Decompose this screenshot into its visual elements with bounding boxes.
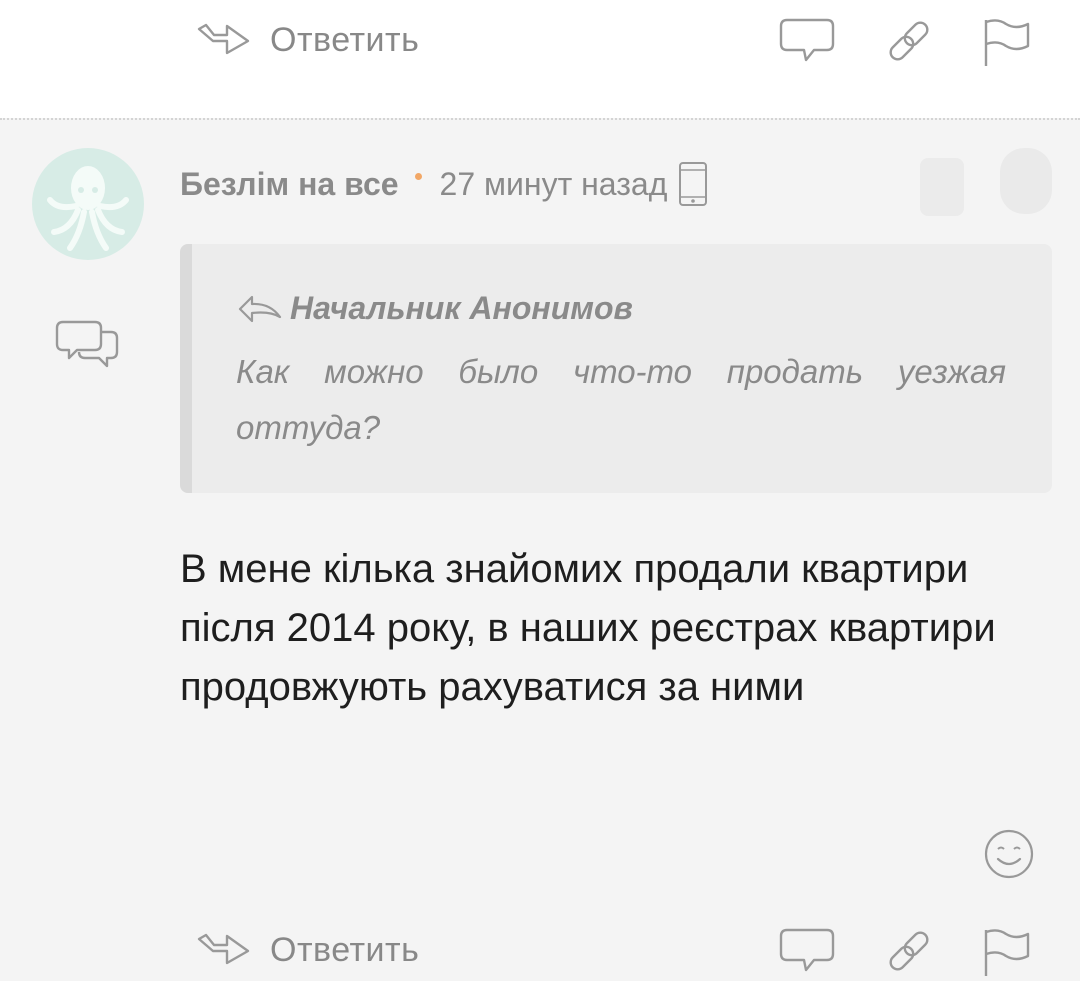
threads-icon (55, 320, 119, 368)
bottom-flag-button[interactable] (976, 926, 1034, 976)
top-flag-button[interactable] (976, 16, 1034, 66)
thread-toggle-button[interactable] (55, 318, 121, 374)
bottom-link-button[interactable] (880, 926, 938, 976)
top-comment-button[interactable] (778, 16, 836, 66)
top-reply-label: Ответить (270, 20, 420, 59)
comment-meta: Безлім на все 27 минут назад (180, 162, 709, 206)
reply-back-arrow-icon (238, 295, 282, 323)
flag-icon (984, 929, 1030, 976)
bottom-reply-label: Ответить (270, 930, 420, 969)
comment-time[interactable]: 27 минут назад (440, 166, 668, 203)
bottom-reply-button[interactable]: Ответить (196, 928, 419, 972)
bottom-action-row: Ответить (0, 920, 1080, 980)
quote-text: Как можно было что-то продать уезжая отт… (236, 353, 1006, 446)
octopus-avatar-icon (47, 166, 129, 251)
previous-comment-footer: Ответить (0, 0, 1080, 118)
comment-icon (779, 928, 835, 972)
quote-author-link[interactable]: Начальник Анонимов (236, 288, 633, 328)
flag-icon (984, 19, 1030, 66)
reply-arrow-icon (197, 933, 250, 965)
quoted-reply: Начальник Анонимов Как можно было что-то… (180, 244, 1052, 493)
mobile-phone-icon (677, 161, 709, 207)
top-action-row: Ответить (0, 10, 1080, 70)
reaction-button[interactable] (983, 826, 1035, 882)
reply-arrow-icon (197, 23, 250, 55)
link-icon (889, 21, 929, 61)
quote-bar (180, 244, 192, 493)
top-link-button[interactable] (880, 16, 938, 66)
emoji-icon (984, 829, 1034, 879)
bottom-comment-button[interactable] (778, 926, 836, 976)
rating-placeholder (920, 158, 964, 216)
comment-author[interactable]: Безлім на все (180, 166, 399, 203)
comment-divider (0, 118, 1080, 120)
comment-body: В мене кілька знайомих продали квартири … (180, 547, 996, 709)
avatar[interactable] (32, 148, 144, 260)
link-icon (889, 931, 929, 971)
separator-dot (414, 172, 422, 180)
rating-badge-placeholder (1000, 148, 1052, 214)
top-reply-button[interactable]: Ответить (196, 18, 419, 62)
comment-icon (779, 18, 835, 62)
quote-author: Начальник Анонимов (290, 289, 633, 326)
